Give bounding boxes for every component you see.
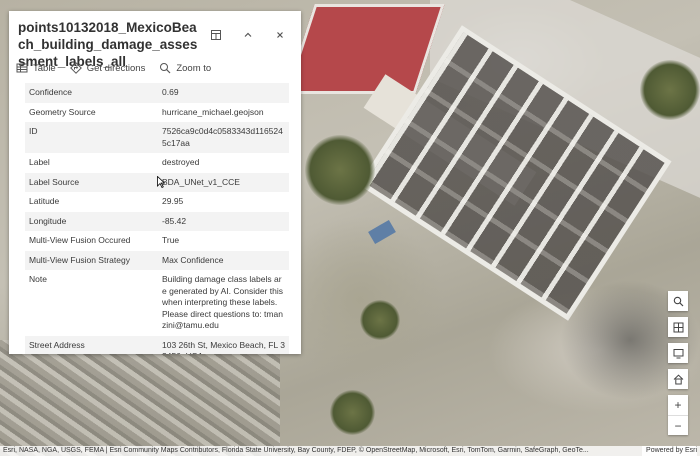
map-tree xyxy=(640,60,700,120)
attribute-key: Latitude xyxy=(29,196,60,206)
zoom-to-label: Zoom to xyxy=(176,62,212,74)
attribute-row: Label destroyed xyxy=(25,153,289,173)
attribute-row: Multi-View Fusion Strategy Max Confidence xyxy=(25,250,289,270)
attribute-value: 7526ca9c0d4c0583343d1165245c17aa xyxy=(158,122,289,153)
basemap-gallery-button[interactable] xyxy=(668,317,688,337)
attribute-key: Multi-View Fusion Strategy xyxy=(25,250,158,270)
attribute-row: Confidence 0.69 xyxy=(25,83,289,103)
attribution-text: Esri, NASA, NGA, USGS, FEMA | Esri Commu… xyxy=(3,447,589,454)
zoom-out-button[interactable]: − xyxy=(668,415,688,435)
popup-content[interactable]: Confidence 0.69 Geometry Source hurricane_m… xyxy=(9,79,301,354)
attribute-row: Longitude -85.42 xyxy=(25,211,289,231)
table-button[interactable]: Table xyxy=(16,62,56,74)
home-icon xyxy=(673,374,683,384)
get-directions-button[interactable]: Get directions xyxy=(69,62,146,74)
map-roof xyxy=(285,4,445,94)
attribute-row: Note Building damage class labels are gen… xyxy=(25,270,289,336)
attribute-row: Latitude 29.95 xyxy=(25,192,289,212)
feature-popup: points10132018_MexicoBeach_building_dama… xyxy=(9,11,301,354)
popup-header: points10132018_MexicoBeach_building_dama… xyxy=(9,11,301,69)
attribute-value: 29.95 xyxy=(162,196,184,206)
table-label: Table xyxy=(33,62,56,74)
attribute-key: Note xyxy=(29,274,47,284)
attribute-key: Longitude xyxy=(25,211,158,231)
screen-icon xyxy=(673,348,683,358)
directions-icon xyxy=(69,62,82,74)
attribute-key: ID xyxy=(25,122,158,153)
attribute-row: Multi-View Fusion Occured True xyxy=(25,231,289,251)
attribute-row: ID 7526ca9c0d4c0583343d1165245c17aa xyxy=(25,122,289,153)
attribute-key: Multi-View Fusion Occured xyxy=(29,235,131,245)
popup-actions: Table Get directions Zoom to xyxy=(9,57,301,79)
attribute-value: Building damage class labels are generat… xyxy=(162,274,283,330)
search-icon xyxy=(673,296,683,306)
attribute-value: BDA_UNet_v1_CCE xyxy=(158,172,289,192)
attribute-value: 0.69 xyxy=(158,83,289,103)
attribute-value: hurricane_michael.geojson xyxy=(162,106,264,117)
attribute-value: Max Confidence xyxy=(158,250,289,270)
basemap-icon xyxy=(673,322,683,332)
attribute-key: Label Source xyxy=(25,172,158,192)
search-button[interactable] xyxy=(668,291,688,311)
map-debris xyxy=(0,340,280,456)
mouse-cursor-icon xyxy=(157,176,165,188)
map-object xyxy=(368,219,396,245)
attribute-row: Geometry Source hurricane_michael.geojson xyxy=(25,103,289,123)
map-tree xyxy=(360,300,400,340)
dock-icon[interactable] xyxy=(203,24,229,46)
zoom-to-icon xyxy=(160,63,171,74)
collapse-chevron-up-icon[interactable] xyxy=(235,24,261,46)
attribute-value: destroyed xyxy=(162,157,200,167)
attribute-key: Label xyxy=(29,157,50,167)
attribute-key: Geometry Source xyxy=(29,106,96,117)
map-widgets: + − xyxy=(668,291,688,435)
map-tree xyxy=(305,135,375,205)
attribute-row: Street Address 103 26th St, Mexico Beach,… xyxy=(25,335,289,354)
attribute-value: -85.42 xyxy=(158,211,289,231)
zoom-control: + − xyxy=(668,395,688,435)
attribute-key: Street Address xyxy=(25,335,158,354)
attribute-value: True xyxy=(162,235,180,245)
table-icon xyxy=(16,63,28,73)
map-tree xyxy=(330,390,375,435)
home-button[interactable] xyxy=(668,369,688,389)
attribute-table: Confidence 0.69 Geometry Source hurricane_m… xyxy=(25,83,289,354)
map-attribution[interactable]: Esri, NASA, NGA, USGS, FEMA | Esri Commu… xyxy=(0,446,700,456)
powered-by-esri[interactable]: Powered by Esri xyxy=(642,446,697,456)
get-directions-label: Get directions xyxy=(86,62,146,74)
fullscreen-button[interactable] xyxy=(668,343,688,363)
close-icon[interactable] xyxy=(267,24,293,46)
attribute-value: 103 26th St, Mexico Beach, FL 32456, USA xyxy=(158,335,289,354)
zoom-to-button[interactable]: Zoom to xyxy=(159,62,211,74)
attribute-key: Confidence xyxy=(25,83,158,103)
zoom-in-button[interactable]: + xyxy=(668,395,688,415)
